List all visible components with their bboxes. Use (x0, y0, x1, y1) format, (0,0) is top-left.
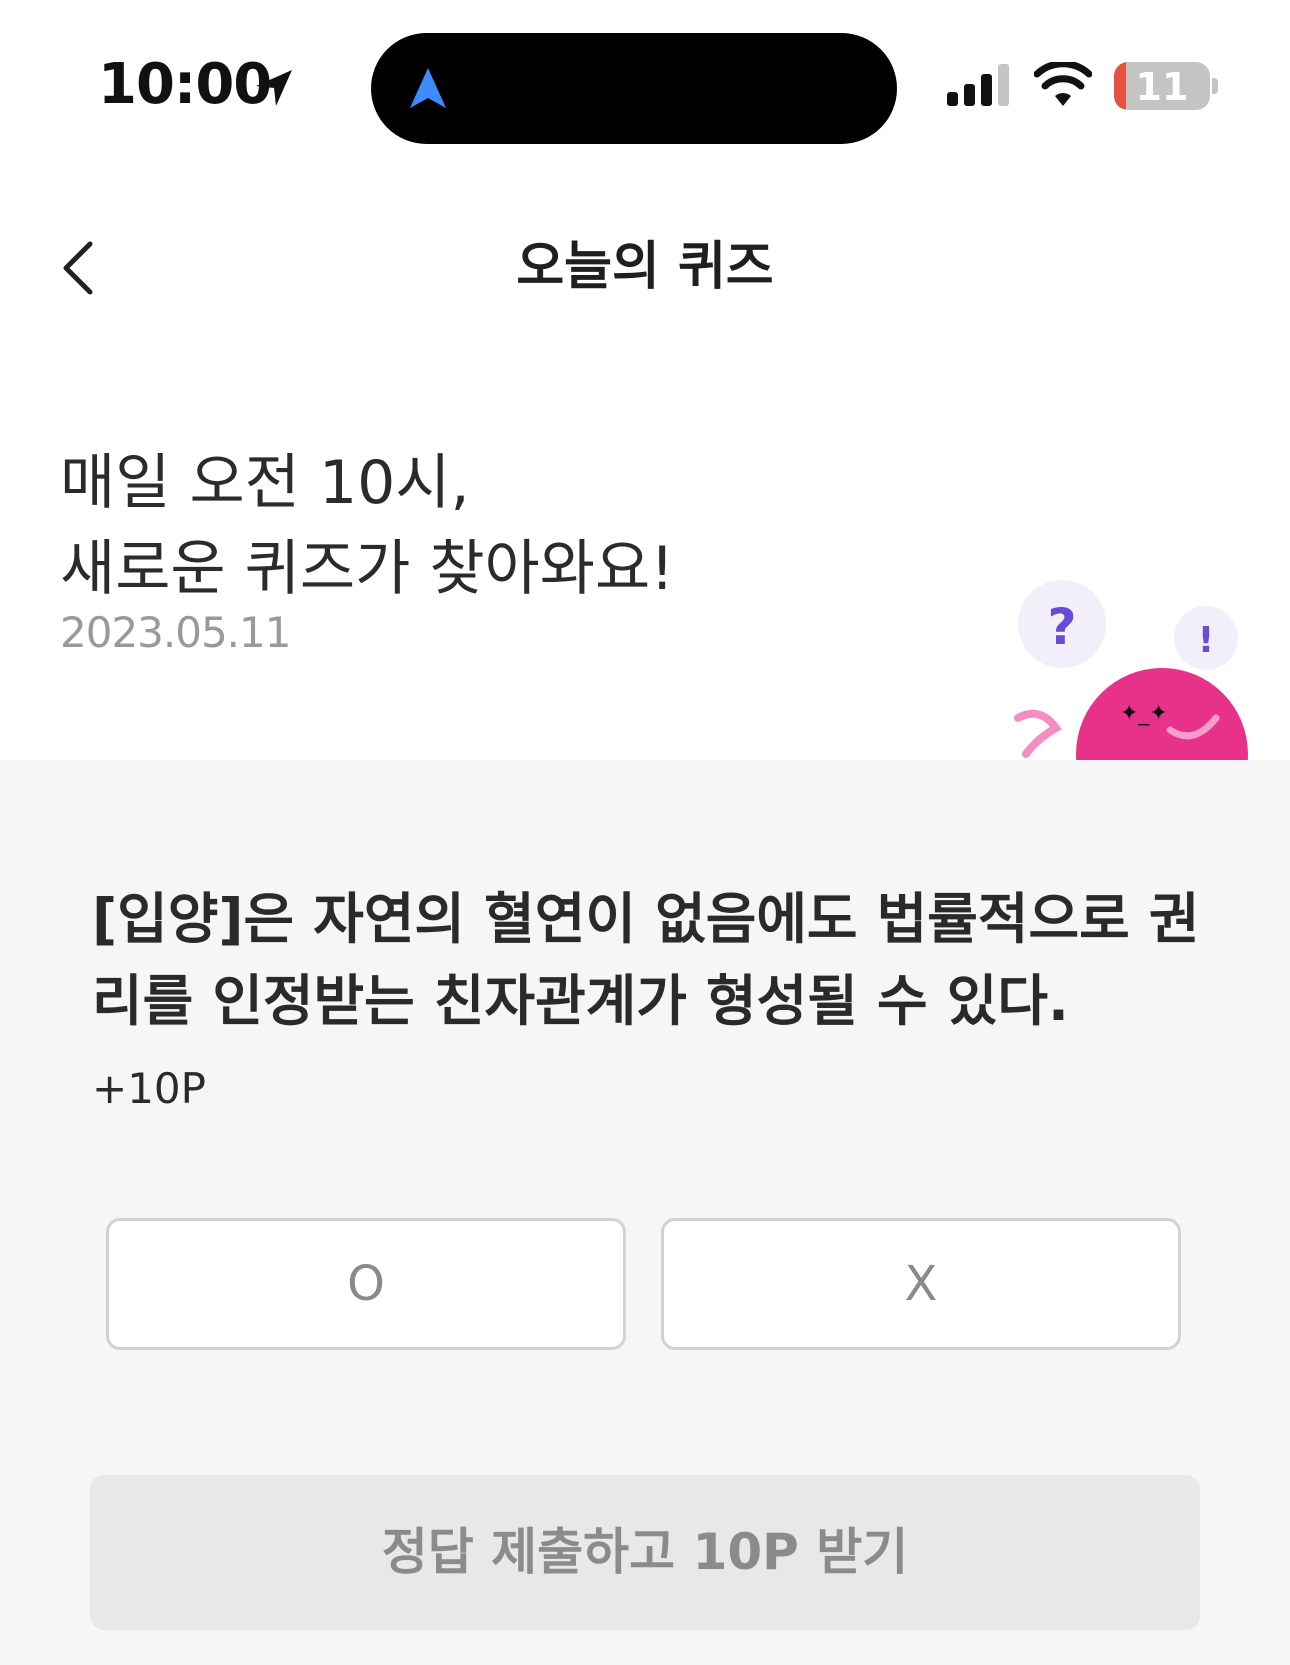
battery-tip (1212, 78, 1218, 94)
navigation-arrow-icon (410, 68, 446, 108)
clock: 10:00 (98, 52, 272, 117)
battery-icon: 11 (1114, 62, 1210, 110)
battery-level: 11 (1135, 65, 1189, 109)
dynamic-island (371, 33, 897, 144)
mascot-illustration: ? ! ✦_✦ (1014, 580, 1248, 760)
submit-answer-button[interactable]: 정답 제출하고 10P 받기 (90, 1475, 1200, 1630)
quiz-panel: [입양]은 자연의 혈연이 없음에도 법률적으로 권리를 인정받는 친자관계가 … (0, 760, 1290, 1665)
hero-section: 매일 오전 10시, 새로운 퀴즈가 찾아와요! 2023.05.11 ? ! … (0, 330, 1290, 760)
hero-headline: 매일 오전 10시, 새로운 퀴즈가 찾아와요! (60, 448, 675, 604)
answer-o-button[interactable]: O (106, 1218, 626, 1350)
mascot-bubble-question: ? (1047, 598, 1076, 656)
quiz-question: [입양]은 자연의 혈연이 없음에도 법률적으로 권리를 인정받는 친자관계가 … (92, 887, 1200, 1033)
quiz-date: 2023.05.11 (60, 608, 291, 657)
mascot-bubble-exclaim: ! (1198, 620, 1214, 661)
page-title: 오늘의 퀴즈 (516, 237, 774, 297)
status-bar: 10:00 11 (0, 0, 1290, 170)
answer-x-button[interactable]: X (661, 1218, 1181, 1350)
header: 오늘의 퀴즈 (0, 190, 1290, 330)
cellular-signal-icon (947, 64, 1009, 106)
location-arrow-icon (256, 70, 292, 106)
svg-text:✦_✦: ✦_✦ (1120, 701, 1168, 726)
quiz-points: +10P (92, 1064, 206, 1113)
wifi-icon (1034, 62, 1092, 106)
